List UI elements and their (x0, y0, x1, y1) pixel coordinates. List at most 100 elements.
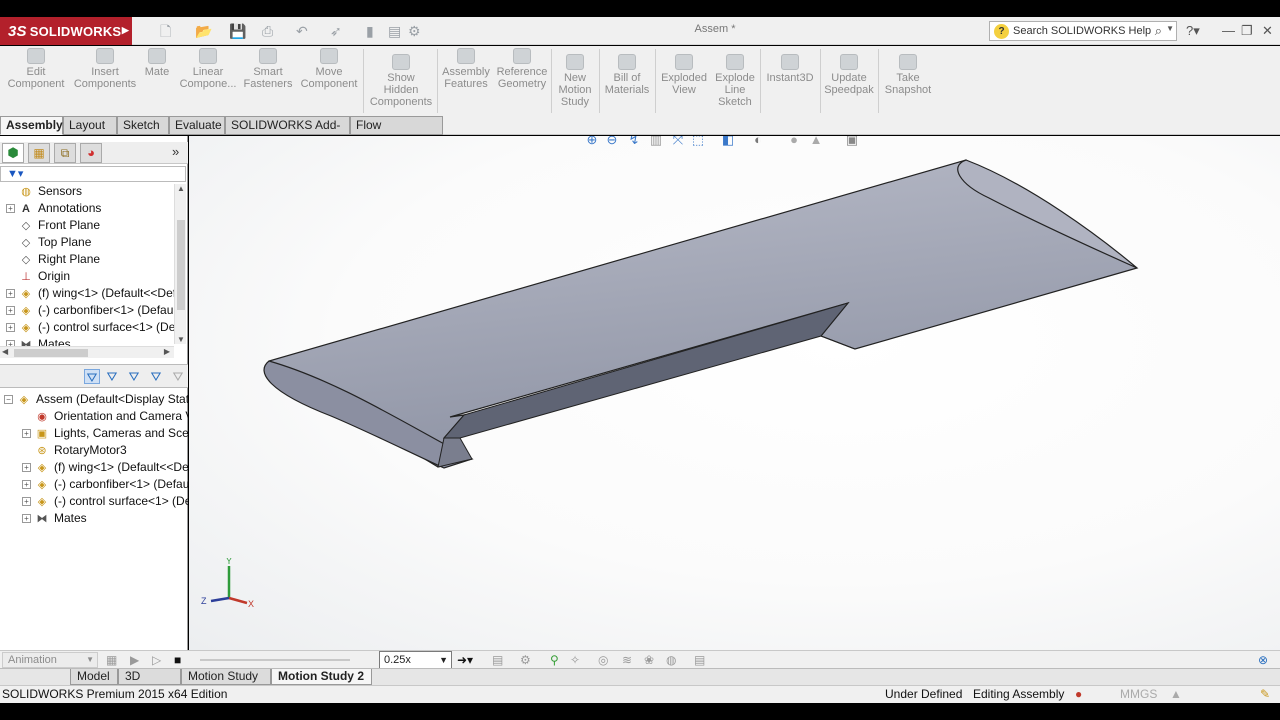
stop-icon[interactable]: ■ (174, 652, 181, 668)
filter-driving-icon[interactable]: ⛛ (104, 369, 120, 384)
edit-component-button[interactable]: Edit Component (4, 48, 68, 90)
graphics-area[interactable]: ⊕ ⊖ ↯ ▥ ⤧ ⬚ ◧ ◐ ● ▲ ▣ ⊞ ⊟ — ❐ ✕ (189, 136, 1280, 650)
expand-icon[interactable]: + (6, 306, 15, 315)
configurationmanager-tab[interactable]: ⧉ (54, 143, 76, 163)
spring-icon[interactable]: ≋ (622, 652, 632, 668)
file-properties-icon[interactable]: ▤ (388, 22, 401, 40)
results-plots-icon[interactable]: ▤ (694, 652, 705, 668)
displaymanager-tab[interactable]: ◕ (80, 143, 102, 163)
tab-flow-simulation[interactable]: Flow Simulation (350, 116, 443, 149)
assembly-features-button[interactable]: Assembly Features (440, 48, 492, 90)
linear-pattern-button[interactable]: Linear Compone... (177, 48, 239, 90)
filter-selected-icon[interactable]: ⛛ (126, 369, 142, 384)
feature-tree-filter[interactable]: ▼▾ (0, 166, 186, 182)
scroll-left-icon[interactable]: ◀ (2, 347, 8, 356)
expand-icon[interactable]: + (22, 480, 31, 489)
tree-item-control-surface[interactable]: + ◈ (-) control surface<1> (Def (6, 319, 174, 336)
new-document-icon[interactable]: 🗋 (160, 22, 171, 40)
instant3d-button[interactable]: Instant3D (763, 54, 817, 84)
undo-icon[interactable]: ↶ (296, 22, 308, 40)
tree-item-right-plane[interactable]: ◇ Right Plane (6, 251, 100, 268)
tab-solidworks-addins[interactable]: SOLIDWORKS Add-Ins (225, 116, 350, 149)
mate-button[interactable]: Mate (141, 48, 173, 78)
scrollbar-thumb[interactable] (14, 349, 88, 357)
feature-tree-horizontal-scrollbar[interactable]: ◀ ▶ (0, 346, 174, 358)
study-type-select[interactable]: Animation ▼ (2, 652, 98, 668)
tab-sketch[interactable]: Sketch (117, 116, 169, 135)
propertymanager-tab[interactable]: ▦ (28, 143, 50, 163)
restore-icon[interactable]: ❐ (1241, 23, 1253, 39)
expand-icon[interactable]: + (22, 497, 31, 506)
play-icon[interactable]: ▷ (152, 652, 161, 668)
print-icon[interactable]: ⎙ (262, 22, 273, 40)
tree-item-front-plane[interactable]: ◇ Front Plane (6, 217, 100, 234)
tree-item-wing[interactable]: + ◈ (f) wing<1> (Default<<De (22, 459, 188, 476)
playback-slider[interactable] (200, 659, 350, 661)
new-motion-study-button[interactable]: New Motion Study (555, 54, 595, 108)
tree-item-control-surface[interactable]: + ◈ (-) control surface<1> (De (22, 493, 188, 510)
tree-item-mates[interactable]: + ⧓ Mates (22, 510, 87, 527)
gravity-icon[interactable]: ◍ (666, 652, 676, 668)
exploded-view-button[interactable]: Exploded View (658, 54, 710, 96)
tab-3d-views[interactable]: 3D Views (118, 669, 181, 698)
quick-tips-icon[interactable]: ✎ (1260, 686, 1270, 703)
collapse-icon[interactable]: − (4, 395, 13, 404)
update-speedpak-button[interactable]: Update Speedpak (823, 54, 875, 96)
move-component-button[interactable]: Move Component (298, 48, 360, 90)
feature-tree-vertical-scrollbar[interactable]: ▲ ▼ (174, 184, 186, 344)
expand-icon[interactable]: + (6, 204, 15, 213)
tree-item-lights-cameras[interactable]: + ▣ Lights, Cameras and Scene (22, 425, 188, 442)
search-icon[interactable]: ⌕ (1155, 23, 1162, 39)
contact-icon[interactable]: ❀ (644, 652, 654, 668)
help-menu-icon[interactable]: ?▾ (1186, 23, 1200, 39)
take-snapshot-button[interactable]: Take Snapshot (881, 54, 935, 96)
tree-item-sensors[interactable]: ◍ Sensors (6, 184, 82, 200)
motor-icon[interactable]: ◎ (598, 652, 608, 668)
playback-speed-select[interactable]: 0.25x ▼ (379, 651, 452, 669)
expand-icon[interactable]: + (6, 289, 15, 298)
expand-icon[interactable]: + (6, 323, 15, 332)
help-search-input[interactable]: ? Search SOLIDWORKS Help ⌕ ▼ (989, 21, 1177, 41)
tree-item-orientation-camera[interactable]: ◉ Orientation and Camera Vi (22, 408, 188, 425)
reference-geometry-button[interactable]: Reference Geometry (494, 48, 550, 90)
calculate-icon[interactable]: ▦ (106, 652, 117, 668)
tab-model[interactable]: Model (70, 669, 118, 685)
tree-item-annotations[interactable]: + A Annotations (6, 200, 101, 217)
add-key-icon[interactable]: ✧ (570, 652, 580, 668)
minimize-icon[interactable]: — (1222, 23, 1235, 38)
close-icon[interactable]: ✕ (1262, 23, 1273, 39)
filter-animation-icon[interactable]: ⛛ (84, 369, 100, 385)
chevron-down-icon[interactable]: ▼ (1166, 24, 1174, 33)
save-animation-icon[interactable]: ▤ (492, 652, 503, 668)
scroll-right-icon[interactable]: ▶ (164, 347, 170, 356)
collapse-tree-icon[interactable]: ⛛ (170, 369, 186, 384)
expand-icon[interactable]: + (22, 463, 31, 472)
scrollbar-thumb[interactable] (177, 220, 185, 310)
tree-item-origin[interactable]: ⊥ Origin (6, 268, 70, 285)
wing-model[interactable] (189, 136, 1280, 650)
tab-motion-study-2[interactable]: Motion Study 2 (271, 669, 372, 685)
show-hidden-components-button[interactable]: Show Hidden Components (368, 54, 434, 108)
animation-wizard-icon[interactable]: ⚙ (520, 652, 531, 668)
solidworks-logo[interactable]: 3S SOLIDWORKS ▶ (0, 17, 132, 45)
tree-item-assem[interactable]: − ◈ Assem (Default<Display State (4, 391, 188, 408)
expand-icon[interactable]: + (22, 429, 31, 438)
featuremanager-tab[interactable]: ⬢ (2, 143, 24, 163)
tab-assembly[interactable]: Assembly (0, 116, 63, 135)
play-from-start-icon[interactable]: ▶ (130, 652, 139, 668)
tree-item-carbonfiber[interactable]: + ◈ (-) carbonfiber<1> (Default (6, 302, 174, 319)
scroll-up-icon[interactable]: ▲ (177, 184, 185, 193)
scroll-down-icon[interactable]: ▼ (177, 335, 185, 344)
tab-evaluate[interactable]: Evaluate (169, 116, 225, 135)
explode-line-sketch-button[interactable]: Explode Line Sketch (712, 54, 758, 108)
bill-of-materials-button[interactable]: Bill of Materials (602, 54, 652, 96)
rebuild-status-icon[interactable]: ● (1075, 686, 1082, 703)
filter-results-icon[interactable]: ⛛ (148, 369, 164, 384)
tree-item-rotary-motor[interactable]: ⊛ RotaryMotor3 (22, 442, 126, 459)
tree-item-wing[interactable]: + ◈ (f) wing<1> (Default<<Def (6, 285, 174, 302)
collapse-motion-manager-icon[interactable]: ⊗ (1258, 652, 1268, 668)
select-icon[interactable]: ➶ (330, 22, 342, 40)
tree-item-top-plane[interactable]: ◇ Top Plane (6, 234, 92, 251)
options-icon[interactable]: ⚙ (408, 22, 421, 40)
insert-components-button[interactable]: Insert Components (72, 48, 138, 90)
